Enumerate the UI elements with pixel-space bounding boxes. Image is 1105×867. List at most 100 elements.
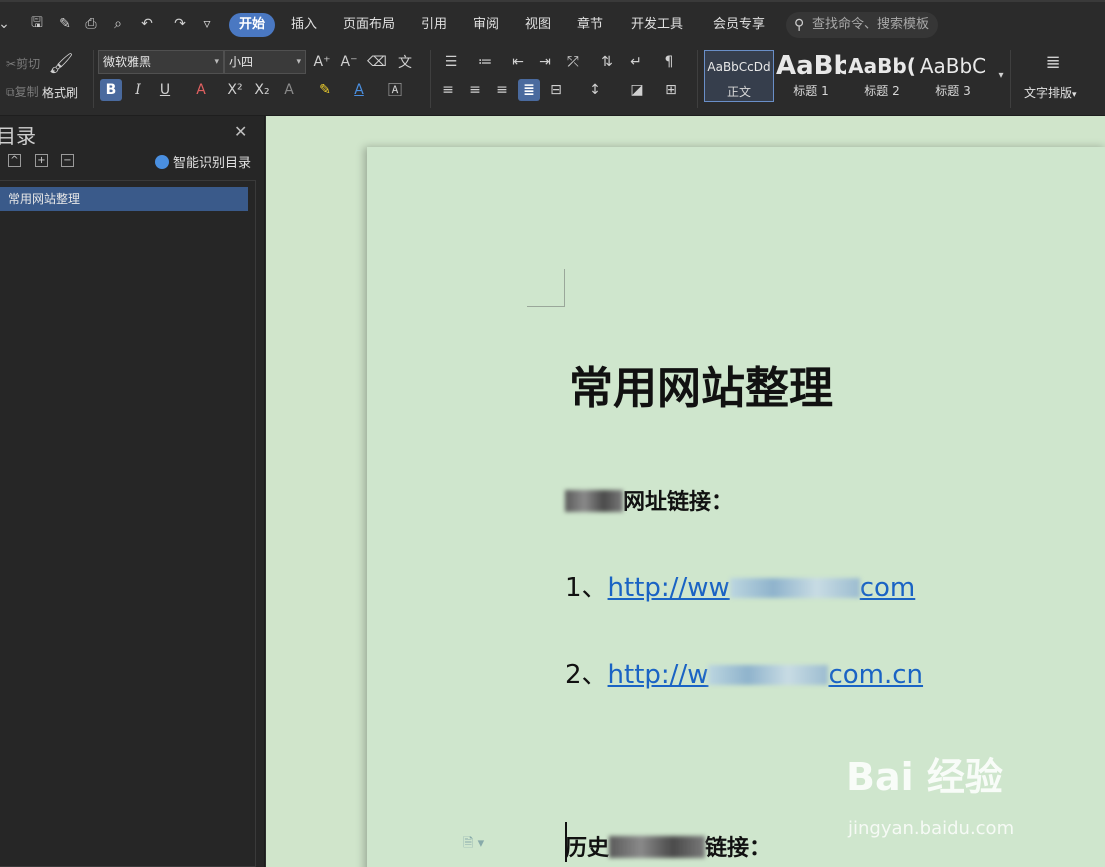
font-name-value: 微软雅黑 bbox=[103, 55, 152, 69]
link-suffix[interactable]: com.cn bbox=[828, 660, 923, 690]
shading-icon[interactable]: ◪ bbox=[626, 79, 648, 101]
sort-icon[interactable]: ⇅ bbox=[596, 51, 618, 73]
divider bbox=[93, 50, 94, 108]
print-preview-icon[interactable]: ⌕ bbox=[108, 14, 128, 34]
more-icon[interactable]: ▿ bbox=[197, 14, 217, 34]
numbered-list-icon[interactable]: ≔ bbox=[474, 51, 496, 73]
document-title[interactable]: 常用网站整理 bbox=[569, 352, 833, 416]
align-left-icon[interactable]: ≡ bbox=[437, 79, 459, 101]
style-heading-1[interactable]: AaBb 标题 1 bbox=[776, 50, 846, 102]
copy-button[interactable]: ⧉复制 bbox=[6, 83, 39, 100]
smart-toc-label: 智能识别目录 bbox=[173, 156, 252, 171]
format-painter-icon[interactable]: ✎ bbox=[55, 14, 75, 34]
justify-icon[interactable]: ≣ bbox=[518, 79, 540, 101]
phonetic-guide-icon[interactable]: 文 bbox=[394, 51, 416, 73]
tab-developer[interactable]: 开发工具 bbox=[621, 13, 693, 37]
text-effect-button[interactable]: A bbox=[278, 79, 300, 101]
subscript-button[interactable]: X₂ bbox=[251, 79, 273, 101]
line-break-icon[interactable]: ↵ bbox=[625, 51, 647, 73]
strikethrough-button[interactable]: A bbox=[190, 79, 212, 101]
tab-chapter[interactable]: 章节 bbox=[567, 13, 613, 37]
distributed-icon[interactable]: ⊟ bbox=[545, 79, 567, 101]
baidu-watermark-logo: Bai 经验 bbox=[846, 755, 1003, 799]
align-center-icon[interactable]: ≡ bbox=[464, 79, 486, 101]
format-painter-label[interactable]: 格式刷 bbox=[42, 84, 78, 101]
text-layout-button[interactable]: 文字排版▾ bbox=[1024, 84, 1077, 101]
font-size-value: 小四 bbox=[229, 55, 254, 69]
shrink-font-icon[interactable]: A⁻ bbox=[338, 51, 360, 73]
bold-button[interactable]: B bbox=[100, 79, 122, 101]
line-spacing-icon[interactable]: ↕ bbox=[584, 79, 606, 101]
tab-home[interactable]: 开始 bbox=[229, 13, 276, 37]
highlight-icon[interactable]: ✎ bbox=[314, 79, 336, 101]
chevron-down-icon[interactable]: ⌄ bbox=[0, 14, 14, 34]
section-heading-text: 历史 bbox=[565, 836, 610, 861]
redo-icon[interactable]: ↷ bbox=[170, 14, 190, 34]
tab-page-layout[interactable]: 页面布局 bbox=[333, 13, 405, 37]
superscript-button[interactable]: X² bbox=[224, 79, 246, 101]
style-sample: AaBbCcDd bbox=[707, 60, 771, 74]
font-color-icon[interactable]: A bbox=[348, 79, 370, 101]
redacted-link bbox=[708, 665, 829, 685]
underline-button[interactable]: U bbox=[154, 79, 176, 101]
font-size-select[interactable]: 小四 ▾ bbox=[224, 50, 306, 74]
format-painter-big-icon[interactable]: 🖌 bbox=[48, 51, 73, 75]
text-layout-icon[interactable]: ≣ bbox=[1042, 51, 1064, 73]
style-heading-3[interactable]: AaBbC 标题 3 bbox=[918, 50, 988, 102]
link-prefix[interactable]: http://w bbox=[608, 660, 709, 690]
tab-review[interactable]: 审阅 bbox=[463, 13, 509, 37]
cut-button[interactable]: ✂剪切 bbox=[6, 55, 40, 72]
decrease-indent-icon[interactable]: ⇤ bbox=[507, 51, 529, 73]
tab-insert[interactable]: 插入 bbox=[281, 13, 327, 37]
divider bbox=[1010, 50, 1011, 108]
save-icon[interactable]: 🖫 bbox=[27, 14, 47, 34]
toc-item[interactable]: 常用网站整理 bbox=[0, 187, 248, 211]
style-heading-2[interactable]: AaBb( 标题 2 bbox=[847, 50, 917, 102]
expand-icon[interactable]: + bbox=[35, 154, 48, 167]
section-heading-text: 网址链接： bbox=[623, 490, 734, 515]
italic-button[interactable]: I bbox=[127, 79, 149, 101]
tab-member[interactable]: 会员专享 bbox=[703, 13, 775, 37]
toc-sidebar: 目录 ✕ ^ + − 智能识别目录 常用网站整理 bbox=[0, 116, 265, 867]
list-number: 1、 bbox=[565, 573, 608, 603]
tab-view[interactable]: 视图 bbox=[515, 13, 561, 37]
print-icon[interactable]: ⎙ bbox=[81, 14, 101, 34]
paragraph-handle-icon[interactable]: 🗎 ▾ bbox=[463, 834, 484, 856]
style-normal[interactable]: AaBbCcDd 正文 bbox=[704, 50, 774, 102]
text-layout-label: 文字排版 bbox=[1024, 86, 1073, 100]
styles-more-icon[interactable]: ▾ bbox=[990, 64, 1012, 86]
baidu-watermark-url: jingyan.baidu.com bbox=[848, 818, 1015, 839]
section-heading[interactable]: 历史 链接： bbox=[565, 830, 771, 862]
title-toolbar: ⌄ 🖫 ✎ ⎙ ⌕ ↶ ↷ ▿ 开始 插入 页面布局 引用 审阅 视图 章节 开… bbox=[0, 0, 1105, 44]
text-direction-icon[interactable]: ⤱ bbox=[562, 51, 584, 73]
section-heading[interactable]: 网址链接： bbox=[565, 484, 733, 516]
borders-icon[interactable]: ⊞ bbox=[660, 79, 682, 101]
close-icon[interactable]: ✕ bbox=[234, 122, 247, 141]
style-name: 标题 1 bbox=[793, 84, 829, 98]
search-icon: ⚲ bbox=[794, 17, 805, 33]
link-prefix[interactable]: http://ww bbox=[608, 573, 730, 603]
list-item[interactable]: 2、http://w com.cn bbox=[565, 654, 923, 691]
section-heading-text: 链接： bbox=[705, 836, 772, 861]
increase-indent-icon[interactable]: ⇥ bbox=[534, 51, 556, 73]
tab-references[interactable]: 引用 bbox=[411, 13, 457, 37]
search-input[interactable]: ⚲ 查找命令、搜索模板 bbox=[786, 12, 938, 38]
collapse-icon[interactable]: − bbox=[61, 154, 74, 167]
chevron-down-icon: ▾ bbox=[214, 57, 219, 67]
grow-font-icon[interactable]: A⁺ bbox=[311, 51, 333, 73]
copy-label: 复制 bbox=[14, 85, 39, 99]
collapse-up-icon[interactable]: ^ bbox=[8, 154, 21, 167]
show-marks-icon[interactable]: ¶ bbox=[658, 51, 680, 73]
smart-toc-button[interactable]: 智能识别目录 bbox=[155, 152, 251, 171]
font-name-select[interactable]: 微软雅黑 ▾ bbox=[98, 50, 224, 74]
char-border-icon[interactable]: 🄰 bbox=[384, 79, 406, 101]
divider bbox=[430, 50, 431, 108]
clear-format-icon[interactable]: ⌫ bbox=[366, 51, 388, 73]
style-sample: AaBb( bbox=[848, 54, 916, 78]
style-name: 标题 2 bbox=[864, 84, 900, 98]
align-right-icon[interactable]: ≡ bbox=[491, 79, 513, 101]
undo-icon[interactable]: ↶ bbox=[137, 14, 157, 34]
link-suffix[interactable]: com bbox=[860, 573, 916, 603]
bullet-list-icon[interactable]: ☰ bbox=[440, 51, 462, 73]
list-item[interactable]: 1、http://ww com bbox=[565, 567, 915, 604]
